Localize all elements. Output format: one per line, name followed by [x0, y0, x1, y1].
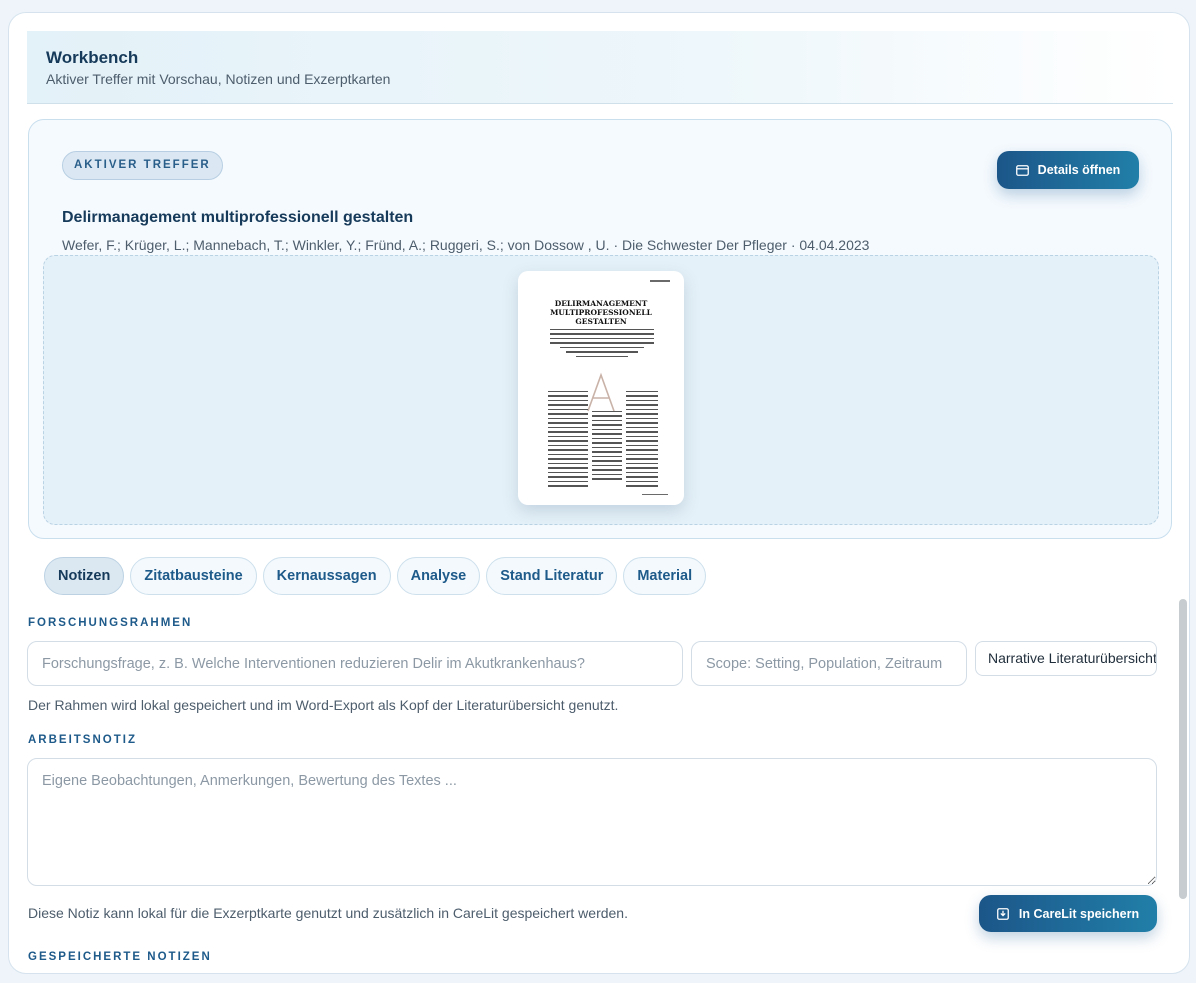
save-download-icon	[997, 907, 1009, 920]
doc-heading-line-3: GESTALTEN	[575, 317, 627, 326]
doc-heading-line-1: DELIRMANAGEMENT	[554, 299, 648, 308]
hit-meta: Wefer, F.; Krüger, L.; Mannebach, T.; Wi…	[62, 237, 870, 253]
work-note-helper: Diese Notiz kann lokal für die Exzerptka…	[28, 905, 628, 921]
workbench-tabs: Notizen Zitatbausteine Kernaussagen Anal…	[44, 557, 707, 595]
review-type-select[interactable]: Narrative Literaturübersicht	[975, 641, 1157, 676]
hit-title: Delirmanagement multiprofessionell gesta…	[62, 209, 414, 226]
doc-footer-mark	[642, 494, 668, 496]
tab-material[interactable]: Material	[623, 557, 707, 595]
doc-column-middle	[592, 411, 622, 483]
workbench-header: Workbench Aktiver Treffer mit Vorschau, …	[27, 31, 1173, 104]
document-preview-area: DELIRMANAGEMENT MULTIPROFESSIONELL GESTA…	[43, 255, 1159, 525]
work-note-textarea[interactable]	[27, 758, 1157, 886]
details-open-button[interactable]: Details öffnen	[997, 151, 1139, 189]
research-question-input[interactable]	[27, 641, 683, 686]
tab-kernaussagen[interactable]: Kernaussagen	[262, 557, 391, 595]
research-frame-label: FORSCHUNGSRAHMEN	[28, 617, 193, 629]
saved-notes-label: GESPEICHERTE NOTIZEN	[28, 951, 212, 963]
tab-zitatbausteine[interactable]: Zitatbausteine	[130, 557, 257, 595]
tab-stand-literatur[interactable]: Stand Literatur	[486, 557, 618, 595]
active-hit-card: AKTIVER TREFFER Details öffnen Delirmana…	[28, 119, 1172, 539]
scope-input[interactable]	[691, 641, 967, 686]
doc-header-mark	[650, 280, 670, 282]
doc-initial-letter	[587, 372, 615, 412]
save-to-carelit-label: In CareLit speichern	[1018, 906, 1140, 921]
work-note-label: ARBEITSNOTIZ	[28, 734, 137, 746]
workbench-panel: Workbench Aktiver Treffer mit Vorschau, …	[8, 12, 1190, 974]
doc-column-right	[626, 391, 658, 490]
page-subtitle: Aktiver Treffer mit Vorschau, Notizen un…	[46, 71, 391, 87]
doc-intro-text	[550, 329, 654, 360]
tab-analyse[interactable]: Analyse	[396, 557, 481, 595]
research-frame-helper: Der Rahmen wird lokal gespeichert und im…	[28, 697, 619, 713]
window-icon	[1015, 164, 1029, 176]
vertical-scrollbar[interactable]	[1179, 599, 1187, 899]
page-title: Workbench	[46, 48, 139, 67]
save-to-carelit-button[interactable]: In CareLit speichern	[979, 895, 1157, 932]
doc-preview-heading: DELIRMANAGEMENT MULTIPROFESSIONELL GESTA…	[518, 299, 684, 326]
doc-column-left	[548, 391, 588, 490]
doc-heading-line-2: MULTIPROFESSIONELL	[550, 308, 652, 317]
active-hit-badge: AKTIVER TREFFER	[62, 151, 223, 180]
document-thumbnail[interactable]: DELIRMANAGEMENT MULTIPROFESSIONELL GESTA…	[518, 271, 684, 505]
details-open-label: Details öffnen	[1037, 163, 1121, 177]
tab-notizen[interactable]: Notizen	[44, 557, 125, 595]
